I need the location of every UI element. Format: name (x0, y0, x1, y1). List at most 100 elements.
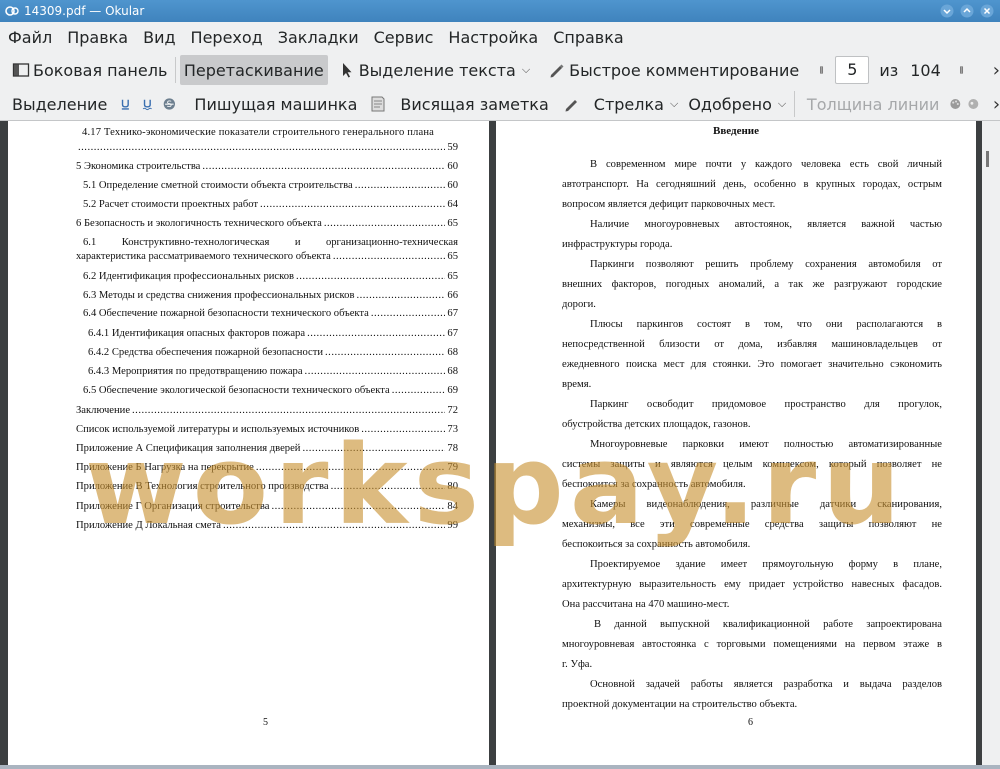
sticky-note-button[interactable]: Висящая заметка (365, 89, 552, 119)
drag-mode-button[interactable]: Перетаскивание (179, 55, 328, 85)
chevron-down-icon[interactable]: ⌵ (670, 97, 678, 111)
toc-entry: Приложение Д Локальная смета 99 (76, 520, 458, 531)
toc-entry-title: характеристика рассматриваемого техничес… (76, 251, 331, 262)
sticky-note-label: Висящая заметка (400, 94, 549, 114)
toc-entry-page: 66 (447, 290, 458, 301)
toc-entry-title: 5 Экономика строительства (76, 161, 201, 172)
toc-entry-page: 64 (447, 199, 458, 210)
text-line: Наличие многоуровневых автостоянок, явля… (590, 219, 942, 230)
toc-dots (305, 366, 446, 377)
page-number-input[interactable]: 5 (835, 56, 870, 84)
toc-dots (271, 501, 445, 512)
toc-entry: Заключение 72 (76, 405, 458, 416)
toc-entry-title: 5.2 Расчет стоимости проектных работ (83, 199, 258, 210)
menu-edit[interactable]: Правка (60, 28, 135, 47)
toc-entry: Приложение Б Нагрузка на перекрытие 79 (76, 462, 458, 473)
menu-help[interactable]: Справка (546, 28, 631, 47)
strikeout-icon[interactable]: S (163, 95, 176, 113)
arrow-button[interactable]: Стрелка ⌵ (559, 89, 683, 119)
toc-dots (371, 308, 446, 319)
menu-bookmarks[interactable]: Закладки (271, 28, 366, 47)
toc-dots (333, 251, 446, 262)
menu-go[interactable]: Переход (184, 28, 270, 47)
page-total: 104 (910, 60, 941, 80)
stamp-button[interactable]: Одобрено ⌵ (684, 89, 790, 119)
toc-entry: 6.3 Методы и средства снижения профессио… (83, 290, 458, 301)
next-page-icon[interactable] (957, 61, 966, 79)
menu-tools[interactable]: Сервис (367, 28, 441, 47)
toc-entry-title: 6.4.3 Мероприятия по предотвращению пожа… (88, 366, 303, 377)
sidebar-button[interactable]: Боковая панель (8, 55, 171, 85)
toolbar-overflow-icon[interactable]: › (993, 60, 1000, 81)
body-text: В современном мире почти у каждого челов… (562, 155, 942, 715)
text-line: ежедневного поиска мест для стоянки. Это… (562, 359, 942, 370)
line-width-button[interactable]: Толщина линии (803, 89, 944, 119)
text-line: архитектурную выразительность ему придае… (562, 579, 942, 590)
toolbar-separator (175, 57, 176, 83)
fill-color-icon[interactable] (967, 95, 980, 113)
text-line: Камеры видеонаблюдения, различные датчик… (590, 499, 942, 510)
toc-entry-page: 59 (447, 142, 458, 153)
color-palette-icon[interactable] (949, 95, 962, 113)
text-select-button[interactable]: Выделение текста ⌵ (334, 55, 534, 85)
document-view[interactable]: 4.17 Технико-экономические показатели ст… (0, 121, 1000, 765)
text-line: Проектируемое здание имеет прямоугольную… (590, 559, 942, 570)
toc-dots (355, 180, 446, 191)
text-line: Паркинг освободит придомовое пространств… (590, 399, 942, 410)
toc-entry: 6.2 Идентификация профессиональных риско… (83, 271, 458, 282)
highlight-button[interactable]: Выделение (8, 89, 111, 119)
chevron-down-icon[interactable]: ⌵ (522, 63, 530, 77)
text-line: беспокоится за сохранность автомобиля. (562, 479, 746, 490)
toc-dots (260, 199, 445, 210)
maximize-icon[interactable] (960, 4, 974, 18)
text-line: Плюсы паркингов состоят в том, что они р… (590, 319, 942, 330)
toolbar-overflow-icon[interactable]: › (993, 94, 1000, 115)
quick-comment-label: Быстрое комментирование (569, 60, 800, 80)
highlight-label: Выделение (12, 94, 108, 114)
page-number: 5 (263, 717, 268, 728)
toc-dots (307, 328, 445, 339)
toc-dots (392, 385, 446, 396)
chevron-down-icon[interactable]: ⌵ (778, 97, 786, 111)
toc-entry-page: 65 (447, 218, 458, 229)
toc-dots (356, 290, 445, 301)
toc-entry-page: 69 (447, 385, 458, 396)
toc-entry-title: 5.1 Определение сметной стоимости объект… (83, 180, 353, 191)
toc-entry: Приложение Г Организация строительства 8… (76, 501, 458, 512)
stamp-label: Одобрено (688, 94, 772, 114)
underline-icon[interactable] (119, 95, 132, 113)
scrollbar-thumb[interactable] (986, 151, 989, 167)
close-icon[interactable] (980, 4, 994, 18)
toc-entry: Приложение А Спецификация заполнения две… (76, 443, 458, 454)
text-line: непосредственной близости от дома, избав… (562, 339, 942, 350)
text-line: вопросом является дефицит парковочных ме… (562, 199, 776, 210)
okular-app-icon[interactable] (4, 3, 20, 19)
sidebar-icon (12, 63, 30, 77)
sidebar-label: Боковая панель (33, 60, 168, 80)
text-line: беспокоиться за сохранность автомобиля. (562, 539, 751, 550)
toc-entry-page: 68 (447, 366, 458, 377)
typewriter-button[interactable]: Пишущая машинка (190, 89, 361, 119)
toc-entry-page: 68 (447, 347, 458, 358)
annotation-toolbar: Выделение S Пишущая машинка Висящая заме… (0, 88, 1000, 121)
menu-settings[interactable]: Настройка (441, 28, 545, 47)
previous-page-icon[interactable] (817, 61, 826, 79)
menu-file[interactable]: Файл (1, 28, 59, 47)
toc-entry-title: 6.4.1 Идентификация опасных факторов пож… (88, 328, 306, 339)
toc-entry-page: 78 (447, 443, 458, 454)
vertical-scrollbar[interactable] (982, 121, 1000, 765)
toc-entry-title: 6.3 Методы и средства снижения профессио… (83, 290, 355, 301)
toc-entry-title: Приложение Г Организация строительства (76, 501, 270, 512)
squiggly-underline-icon[interactable] (141, 95, 154, 113)
minimize-icon[interactable] (940, 4, 954, 18)
toc-dots (78, 142, 445, 153)
toc-entry-page: 60 (447, 161, 458, 172)
toc-dots (202, 161, 445, 172)
quick-comment-button[interactable]: Быстрое комментирование (544, 55, 803, 85)
text-select-label: Выделение текста (358, 60, 516, 80)
toc-dots (361, 424, 445, 435)
menu-view[interactable]: Вид (136, 28, 182, 47)
toc-dots (132, 405, 445, 416)
text-line: В современном мире почти у каждого челов… (590, 159, 942, 170)
menu-bar: Файл Правка Вид Переход Закладки Сервис … (0, 22, 1000, 52)
